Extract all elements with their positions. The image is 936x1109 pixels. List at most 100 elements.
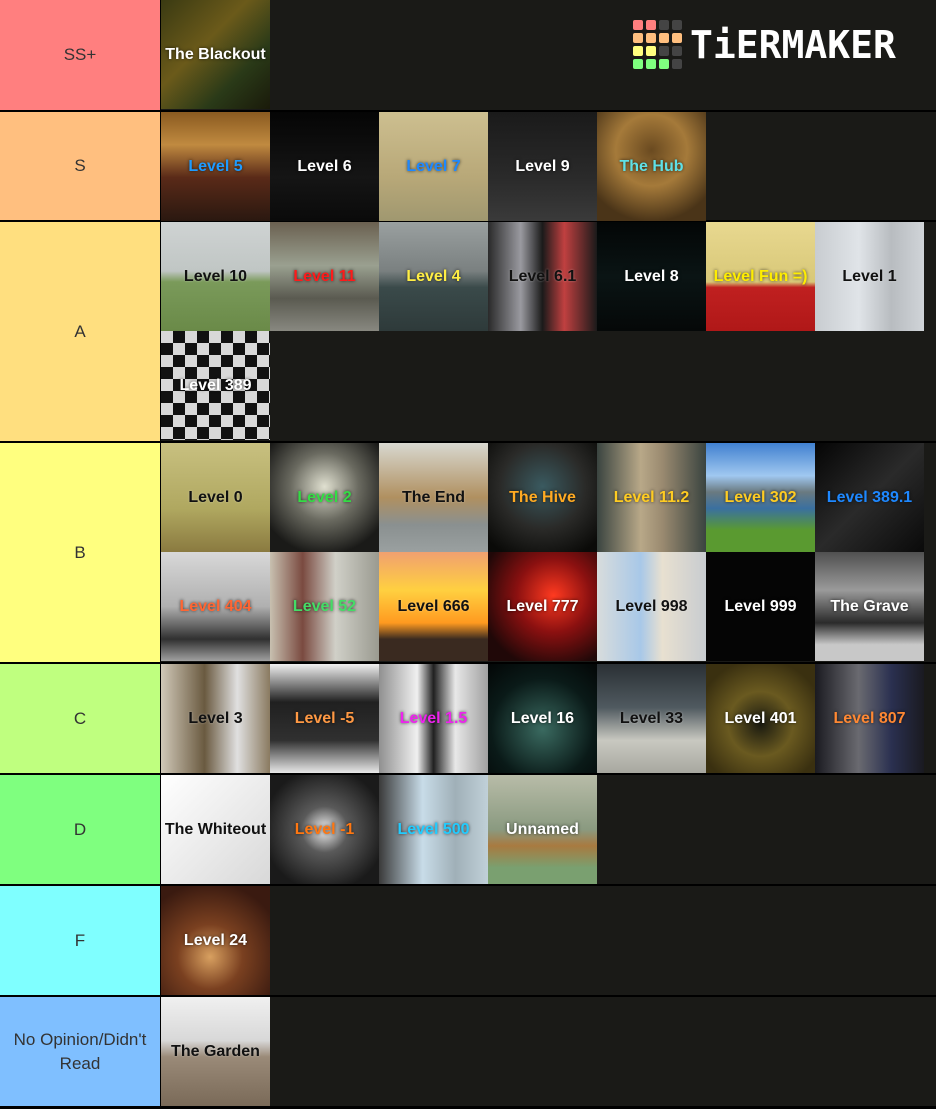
tier-item-tile[interactable]: Level 999 xyxy=(706,552,815,661)
tier-label[interactable]: A xyxy=(0,222,161,441)
tier-item-tile[interactable]: Level 6.1 xyxy=(488,222,597,331)
tier-item-tile[interactable]: Level 1.5 xyxy=(379,664,488,773)
tier-item-tile[interactable]: Level 777 xyxy=(488,552,597,661)
logo-grid-cell xyxy=(672,59,682,69)
tier-item-tile[interactable]: Level 302 xyxy=(706,443,815,552)
tier-item-label: The Hive xyxy=(509,488,576,506)
tier-item-tile[interactable]: The Garden xyxy=(161,997,270,1106)
tier-item-label: Level 10 xyxy=(183,267,248,285)
tier-item-tile[interactable]: Level 500 xyxy=(379,775,488,884)
logo-grid-cell xyxy=(633,33,643,43)
tier-item-tile[interactable]: Level 389 xyxy=(161,331,270,440)
tier-item-label: Level 16 xyxy=(510,709,575,727)
logo-grid-cell xyxy=(646,46,656,56)
tier-item-tile[interactable]: Level 389.1 xyxy=(815,443,924,552)
tier-label[interactable]: B xyxy=(0,443,161,662)
tier-item-tile[interactable]: Level 52 xyxy=(270,552,379,661)
logo-grid-cell xyxy=(659,33,669,43)
tier-item-tile[interactable]: Level 807 xyxy=(815,664,924,773)
tier-item-label: Unnamed xyxy=(506,820,579,838)
tier-item-label: Level 11.2 xyxy=(613,488,690,506)
tier-items-dropzone[interactable]: The Whiteout Level -1 Level 500 Unnamed xyxy=(161,775,936,884)
logo-grid-cell xyxy=(659,59,669,69)
tier-item-label: Level 33 xyxy=(619,709,684,727)
tier-item-label: Level 666 xyxy=(397,597,470,615)
logo-grid-cell xyxy=(633,20,643,30)
tier-item-label: Level -5 xyxy=(294,709,355,727)
tier-items-dropzone[interactable]: Level 5 Level 6 Level 7 Level 9 The Hub xyxy=(161,112,936,221)
tier-item-tile[interactable]: Level 404 xyxy=(161,552,270,661)
tier-item-label: Level -1 xyxy=(294,820,355,838)
tier-item-label: Level 998 xyxy=(615,597,688,615)
tier-item-label: Level 11 xyxy=(293,267,356,285)
tier-item-tile[interactable]: The Hub xyxy=(597,112,706,221)
tier-label[interactable]: F xyxy=(0,886,161,995)
tier-item-tile[interactable]: Level 33 xyxy=(597,664,706,773)
tier-item-tile[interactable]: Level 998 xyxy=(597,552,706,661)
tier-items-dropzone[interactable]: Level 0 Level 2 The End The Hive Level 11.2 L… xyxy=(161,443,936,662)
tier-item-tile[interactable]: The Blackout xyxy=(161,0,270,109)
tier-items-dropzone[interactable]: The Garden xyxy=(161,997,936,1106)
tier-item-tile[interactable]: The Whiteout xyxy=(161,775,270,884)
tier-item-label: Level 0 xyxy=(188,488,243,506)
tier-item-tile[interactable]: Level 401 xyxy=(706,664,815,773)
tier-item-label: The End xyxy=(401,488,466,506)
tier-items-dropzone[interactable]: Level 24 xyxy=(161,886,936,995)
tier-item-label: Level 404 xyxy=(179,597,252,615)
tier-item-tile[interactable]: Level -1 xyxy=(270,775,379,884)
tier-item-tile[interactable]: Level 2 xyxy=(270,443,379,552)
tier-label[interactable]: No Opinion/Didn't Read xyxy=(0,997,161,1106)
tier-item-tile[interactable]: The Hive xyxy=(488,443,597,552)
logo-grid-cell xyxy=(646,59,656,69)
tier-label[interactable]: C xyxy=(0,664,161,773)
tier-item-tile[interactable]: Level Fun =) xyxy=(706,222,815,331)
tier-item-label: Level 6 xyxy=(297,157,352,175)
tier-item-tile[interactable]: Level -5 xyxy=(270,664,379,773)
tier-item-tile[interactable]: The End xyxy=(379,443,488,552)
tier-item-label: Level 807 xyxy=(833,709,906,727)
tier-item-tile[interactable]: Level 9 xyxy=(488,112,597,221)
tier-row: A Level 10 Level 11 Level 4 Level 6.1 Level 8… xyxy=(0,222,936,443)
tier-item-tile[interactable]: Level 5 xyxy=(161,112,270,221)
tier-row: S Level 5 Level 6 Level 7 Level 9 The Hub xyxy=(0,112,936,222)
tier-row: No Opinion/Didn't Read The Garden xyxy=(0,997,936,1108)
tier-item-label: Level 6.1 xyxy=(508,267,577,285)
tier-items-dropzone[interactable]: Level 10 Level 11 Level 4 Level 6.1 Level 8 L… xyxy=(161,222,936,441)
tier-item-label: Level 52 xyxy=(292,597,357,615)
logo-grid-cell xyxy=(672,46,682,56)
tier-item-tile[interactable]: Level 10 xyxy=(161,222,270,331)
tier-item-tile[interactable]: Level 11.2 xyxy=(597,443,706,552)
tier-item-tile[interactable]: Level 666 xyxy=(379,552,488,661)
tier-item-tile[interactable]: Level 4 xyxy=(379,222,488,331)
tier-item-tile[interactable]: Level 0 xyxy=(161,443,270,552)
tier-row: F Level 24 xyxy=(0,886,936,997)
tier-item-tile[interactable]: Level 6 xyxy=(270,112,379,221)
tier-item-label: Level 999 xyxy=(724,597,797,615)
tier-item-label: Level 9 xyxy=(515,157,570,175)
tier-label[interactable]: D xyxy=(0,775,161,884)
tier-item-label: Level 389.1 xyxy=(826,488,913,506)
tier-item-label: Level 8 xyxy=(624,267,679,285)
tier-item-tile[interactable]: Level 1 xyxy=(815,222,924,331)
tier-item-tile[interactable]: The Grave xyxy=(815,552,924,661)
tier-item-tile[interactable]: Level 24 xyxy=(161,886,270,995)
tier-items-dropzone[interactable]: Level 3 Level -5 Level 1.5 Level 16 Level 33… xyxy=(161,664,936,773)
tier-item-tile[interactable]: Level 16 xyxy=(488,664,597,773)
tier-item-tile[interactable]: Level 11 xyxy=(270,222,379,331)
tier-item-label: Level 2 xyxy=(297,488,352,506)
tier-item-tile[interactable]: Level 3 xyxy=(161,664,270,773)
tier-item-label: Level 777 xyxy=(506,597,579,615)
tier-label[interactable]: SS+ xyxy=(0,0,161,110)
tier-item-tile[interactable]: Unnamed xyxy=(488,775,597,884)
logo-grid-cell xyxy=(672,20,682,30)
tier-item-label: Level 401 xyxy=(724,709,797,727)
tier-item-label: The Garden xyxy=(171,1042,260,1060)
tier-item-tile[interactable]: Level 7 xyxy=(379,112,488,221)
logo-grid-cell xyxy=(646,33,656,43)
tier-item-label: The Blackout xyxy=(165,45,266,63)
tier-item-label: Level 5 xyxy=(188,157,243,175)
tier-label[interactable]: S xyxy=(0,112,161,220)
tier-item-tile[interactable]: Level 8 xyxy=(597,222,706,331)
tier-item-label: The Grave xyxy=(830,597,909,615)
logo-grid-cell xyxy=(659,20,669,30)
